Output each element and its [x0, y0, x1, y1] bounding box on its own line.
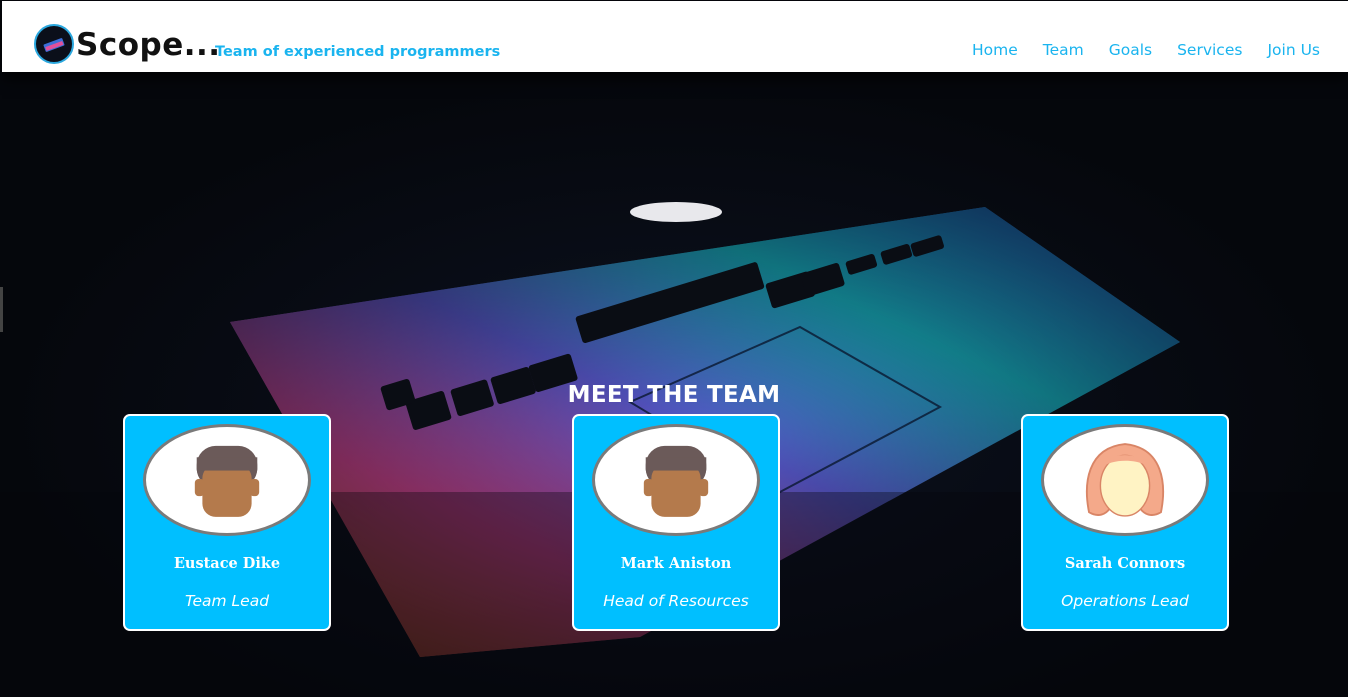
nav-goals[interactable]: Goals [1109, 41, 1152, 59]
member-name: Mark Aniston [620, 555, 732, 572]
nav-team[interactable]: Team [1043, 41, 1084, 59]
scrollbar-edge [0, 287, 3, 332]
nav-join-us[interactable]: Join Us [1267, 41, 1320, 59]
team-card-2[interactable]: Mark Aniston Head of Resources [572, 414, 780, 631]
male-avatar-icon [143, 424, 311, 536]
member-name: Eustace Dike [173, 555, 281, 572]
brand-name[interactable]: Scope... [76, 27, 221, 63]
main-nav: Home Team Goals Services Join Us [972, 41, 1320, 59]
female-avatar-icon [1041, 424, 1209, 536]
member-name: Sarah Connors [1064, 555, 1186, 572]
member-role: Operations Lead [1061, 592, 1189, 610]
team-card-3[interactable]: Sarah Connors Operations Lead [1021, 414, 1229, 631]
site-header: Scope... Team of experienced programmers… [2, 1, 1348, 72]
member-role: Head of Resources [603, 592, 749, 610]
scope-logo-icon[interactable] [33, 23, 75, 65]
nav-home[interactable]: Home [972, 41, 1018, 59]
member-role: Team Lead [184, 592, 270, 610]
male-avatar-icon [592, 424, 760, 536]
nav-services[interactable]: Services [1177, 41, 1242, 59]
brand-tagline: Team of experienced programmers [215, 44, 501, 60]
team-section-title: MEET THE TEAM [567, 382, 781, 409]
team-card-1[interactable]: Eustace Dike Team Lead [123, 414, 331, 631]
